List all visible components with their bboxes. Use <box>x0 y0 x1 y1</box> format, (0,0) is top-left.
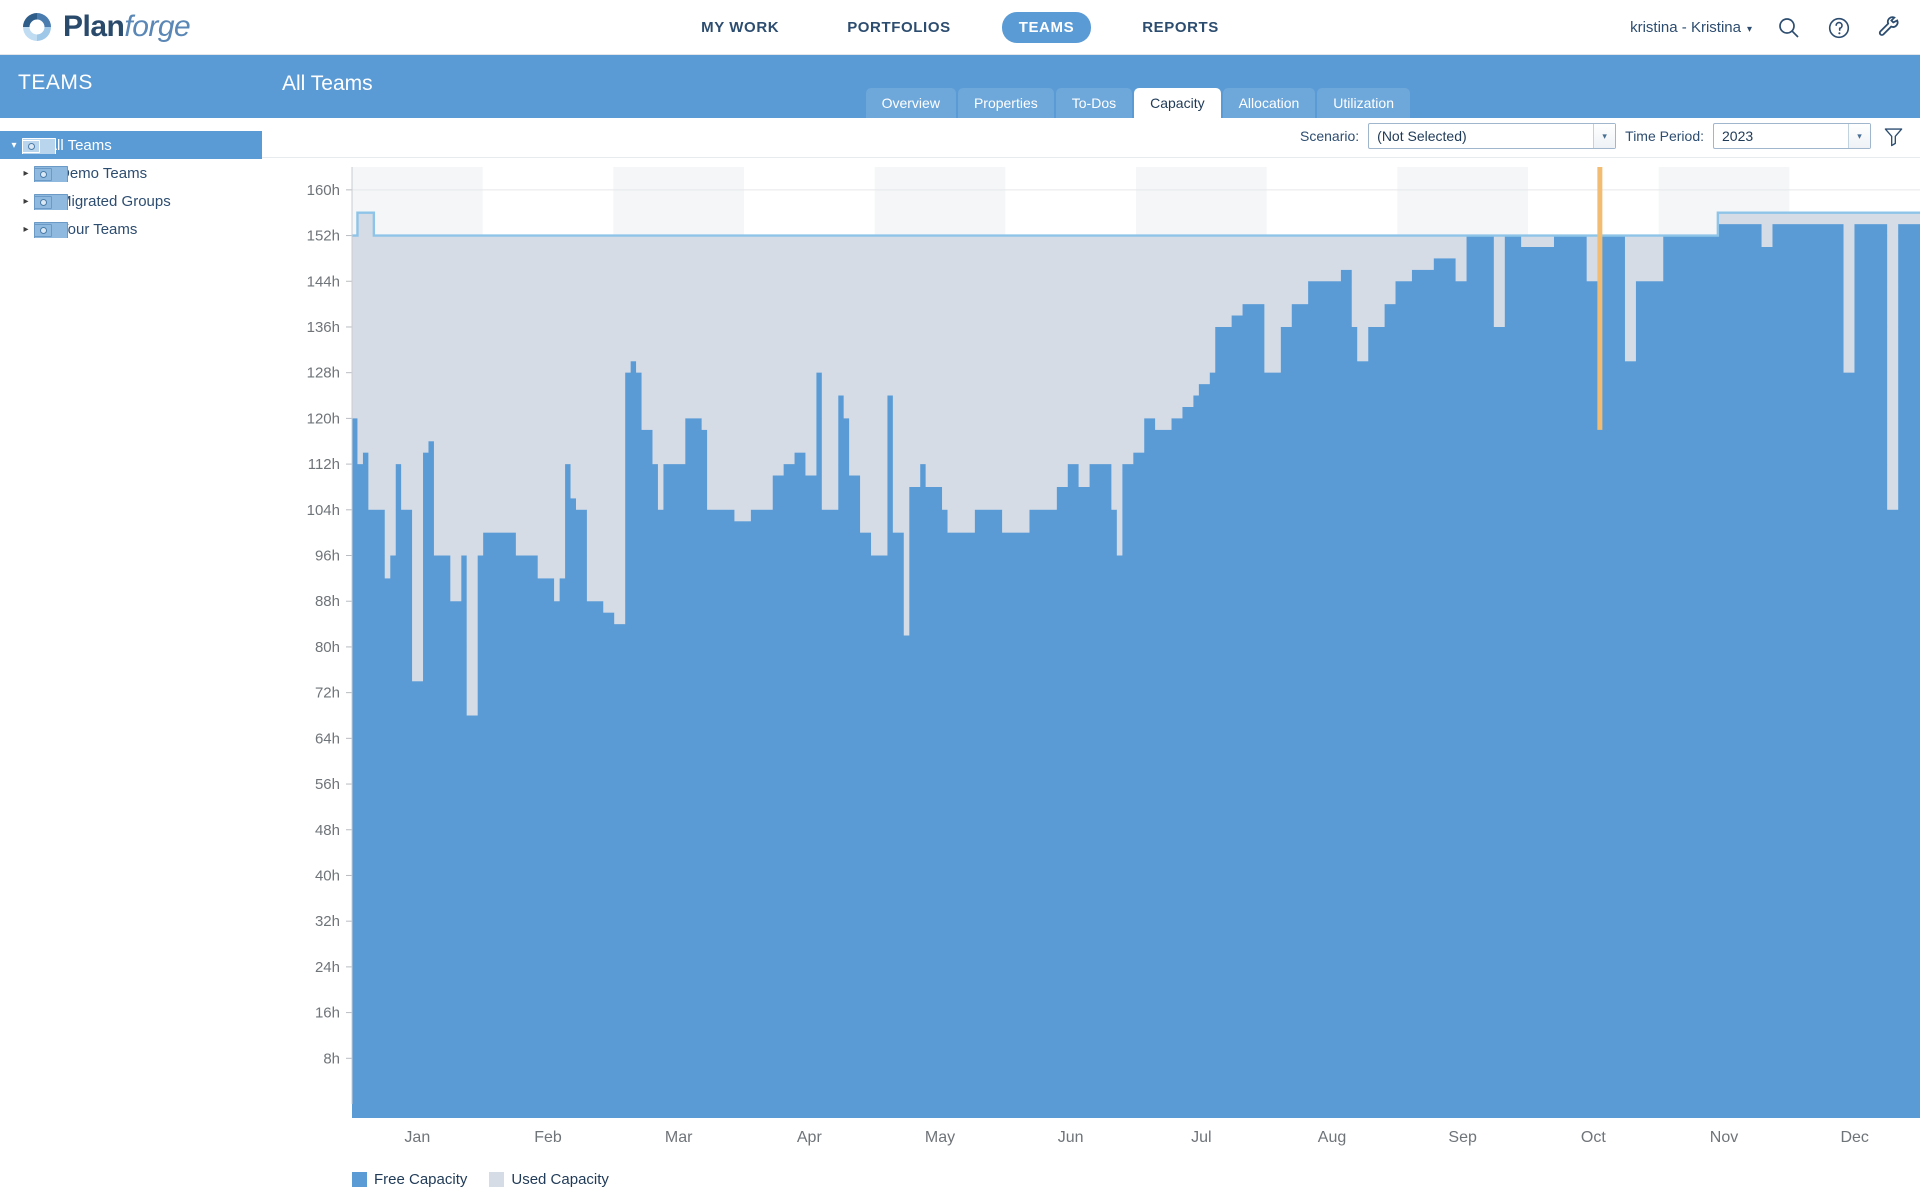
folder-icon <box>34 221 68 238</box>
tree-twisty-collapsed-icon[interactable]: ▸ <box>18 196 34 207</box>
folder-icon <box>22 137 56 154</box>
y-tick-label: 104h <box>307 502 340 519</box>
content-panel: All Teams Overview Properties To-Dos Cap… <box>262 55 1920 1200</box>
capacity-chart: 8h 16h 24h 32h 40h 48h 56h 64h 72h 80h 88h 96h 104h 1… <box>262 159 1920 1200</box>
y-tick-label: 112h <box>308 456 340 473</box>
y-tick-label: 24h <box>315 959 340 976</box>
user-menu-caret-icon: ▾ <box>1746 24 1752 35</box>
legend-swatch-used <box>489 1172 505 1187</box>
page-title: All Teams <box>282 72 373 95</box>
tab-utilization[interactable]: Utilization <box>1317 87 1410 118</box>
tab-to-dos[interactable]: To-Dos <box>1055 87 1133 118</box>
scenario-select[interactable]: (Not Selected) ▾ <box>1368 123 1617 149</box>
scenario-label: Scenario: <box>1300 128 1360 144</box>
y-tick-label: 120h <box>307 410 340 427</box>
tree-twisty-collapsed-icon[interactable]: ▸ <box>18 224 34 235</box>
sidebar-item-label: Demo Teams <box>59 164 148 182</box>
x-axis-month-label: Sep <box>1448 1129 1477 1146</box>
x-axis-month-label: Jul <box>1191 1129 1211 1146</box>
search-icon[interactable] <box>1776 15 1802 41</box>
top-header-bar: Planforge MY WORK PORTFOLIOS TEAMS REPOR… <box>0 0 1920 55</box>
help-icon[interactable] <box>1826 15 1852 41</box>
y-tick-label: 16h <box>315 1005 340 1022</box>
y-tick-label: 40h <box>315 867 340 884</box>
x-axis-month-label: Feb <box>534 1129 562 1146</box>
user-name-label: kristina - Kristina <box>1630 19 1741 36</box>
folder-icon <box>34 193 68 210</box>
chevron-down-icon[interactable]: ▾ <box>1593 124 1616 148</box>
tab-allocation[interactable]: Allocation <box>1222 87 1316 118</box>
y-tick-label: 144h <box>307 273 340 290</box>
tab-overview[interactable]: Overview <box>865 87 956 118</box>
y-tick-label: 56h <box>315 776 340 793</box>
sidebar-item-your-teams[interactable]: ▸ Your Teams <box>0 215 262 243</box>
y-tick-label: 72h <box>315 685 340 702</box>
tab-strip: Overview Properties To-Dos Capacity Allo… <box>865 87 1410 118</box>
x-axis-band <box>352 1104 1920 1118</box>
sidebar-item-all-teams[interactable]: ▾ All Teams <box>0 131 262 159</box>
tools-wrench-icon[interactable] <box>1876 15 1902 41</box>
left-sidebar: TEAMS ▾ All Teams ▸ Demo Teams ▸ Migrate… <box>0 55 262 1200</box>
tree-twisty-collapsed-icon[interactable]: ▸ <box>18 168 34 179</box>
chart-legend: Free Capacity Used Capacity <box>352 1171 609 1188</box>
sidebar-item-label: Migrated Groups <box>59 192 171 210</box>
scenario-value: (Not Selected) <box>1377 128 1467 144</box>
time-period-label: Time Period: <box>1625 128 1704 144</box>
y-tick-label: 152h <box>307 228 340 245</box>
nav-my-work[interactable]: MY WORK <box>684 12 796 43</box>
sidebar-item-label: Your Teams <box>59 220 138 238</box>
x-axis-month-label: Oct <box>1581 1129 1606 1146</box>
x-axis-month-label: Apr <box>797 1129 823 1146</box>
x-axis-month-label: Jan <box>404 1129 430 1146</box>
tree-twisty-expanded-icon[interactable]: ▾ <box>6 140 22 151</box>
y-tick-label: 136h <box>307 319 340 336</box>
funnel-filter-icon[interactable] <box>1880 123 1906 149</box>
legend-item-free-capacity: Free Capacity <box>352 1171 467 1188</box>
nav-teams[interactable]: TEAMS <box>1001 12 1092 43</box>
user-menu[interactable]: kristina - Kristina ▾ <box>1630 19 1752 36</box>
legend-label-free: Free Capacity <box>374 1171 468 1188</box>
y-tick-label: 88h <box>315 593 340 610</box>
y-tick-label: 48h <box>315 822 340 839</box>
x-axis-month-label: Nov <box>1710 1129 1738 1146</box>
chevron-down-icon[interactable]: ▾ <box>1848 124 1870 148</box>
header-user-zone: kristina - Kristina ▾ <box>1630 0 1902 55</box>
y-tick-label: 64h <box>315 730 340 747</box>
y-tick-label: 32h <box>315 913 340 930</box>
folder-icon <box>34 165 68 182</box>
legend-swatch-free <box>352 1172 367 1187</box>
sidebar-item-demo-teams[interactable]: ▸ Demo Teams <box>0 159 262 187</box>
time-period-select[interactable]: 2023 ▾ <box>1713 123 1871 149</box>
x-axis-month-label: Aug <box>1318 1129 1346 1146</box>
legend-item-used-capacity: Used Capacity <box>489 1171 609 1188</box>
tab-properties[interactable]: Properties <box>957 87 1054 118</box>
y-tick-label: 160h <box>307 182 340 199</box>
capacity-chart-svg[interactable]: 8h 16h 24h 32h 40h 48h 56h 64h 72h 80h 88h 96h 104h 1… <box>262 159 1920 1200</box>
nav-reports[interactable]: REPORTS <box>1125 12 1236 43</box>
x-axis-month-label: Jun <box>1058 1129 1084 1146</box>
y-tick-label: 128h <box>307 365 340 382</box>
y-tick-label: 80h <box>315 639 340 656</box>
y-tick-label: 8h <box>323 1050 340 1067</box>
x-axis-month-label: Dec <box>1840 1129 1868 1146</box>
chart-toolbar: Scenario: (Not Selected) ▾ Time Period: … <box>262 118 1920 158</box>
y-tick-label: 96h <box>315 548 340 565</box>
nav-portfolios[interactable]: PORTFOLIOS <box>830 12 968 43</box>
x-axis-month-label: Mar <box>665 1129 693 1146</box>
page-header: All Teams Overview Properties To-Dos Cap… <box>262 55 1920 118</box>
time-period-value: 2023 <box>1722 128 1754 144</box>
teams-tree: ▾ All Teams ▸ Demo Teams ▸ Migrated Grou… <box>0 118 262 243</box>
legend-label-used: Used Capacity <box>511 1171 609 1188</box>
sidebar-item-label: All Teams <box>47 136 112 154</box>
sidebar-item-migrated-groups[interactable]: ▸ Migrated Groups <box>0 187 262 215</box>
x-axis-month-label: May <box>925 1129 955 1146</box>
tab-capacity[interactable]: Capacity <box>1134 87 1221 118</box>
sidebar-title: TEAMS <box>0 55 262 118</box>
